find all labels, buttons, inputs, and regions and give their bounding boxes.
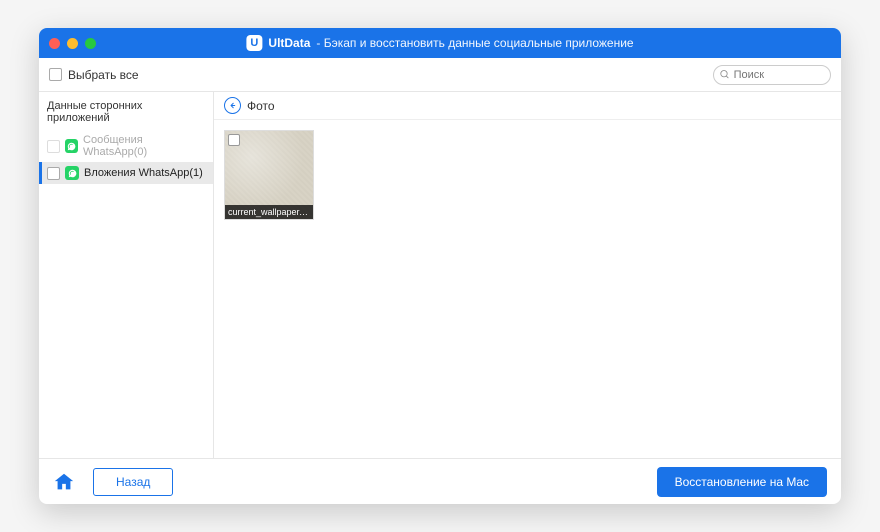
minimize-window-button[interactable] [67,38,78,49]
restore-button[interactable]: Восстановление на Mac [657,467,827,497]
top-toolbar: Выбрать все [39,58,841,92]
sidebar-item-label: Сообщения WhatsApp(0) [83,134,205,158]
thumbnail-grid: current_wallpaper.jpg [214,120,841,458]
thumbnail-checkbox[interactable] [228,134,240,146]
titlebar: U UltData - Бэкап и восстановить данные … [39,28,841,58]
app-subtitle: - Бэкап и восстановить данные социальные… [316,36,633,50]
checkbox-icon [47,140,60,153]
app-logo-icon: U [246,35,262,51]
select-all-checkbox[interactable]: Выбрать все [49,68,139,82]
footer-left: Назад [53,468,173,496]
arrow-left-icon [228,101,237,110]
checkbox-icon [47,167,60,180]
back-button[interactable] [224,97,241,114]
sidebar-section-title: Данные сторонних приложений [39,92,213,130]
window-controls [49,38,96,49]
main-area: Данные сторонних приложений Сообщения Wh… [39,92,841,458]
sidebar: Данные сторонних приложений Сообщения Wh… [39,92,214,458]
body: Выбрать все Данные сторонних приложений … [39,58,841,504]
breadcrumb-label: Фото [247,99,275,113]
search-input[interactable] [713,65,831,85]
whatsapp-icon [65,139,78,153]
back-footer-button[interactable]: Назад [93,468,173,496]
search-field[interactable] [734,69,824,81]
footer: Назад Восстановление на Mac [39,458,841,504]
home-icon[interactable] [53,471,75,493]
title-center: U UltData - Бэкап и восстановить данные … [246,35,633,51]
search-icon [720,69,730,80]
app-name: UltData [268,36,310,50]
sidebar-item-whatsapp-messages[interactable]: Сообщения WhatsApp(0) [39,130,213,162]
thumbnail-filename: current_wallpaper.jpg [225,205,313,219]
checkbox-icon [49,68,62,81]
close-window-button[interactable] [49,38,60,49]
thumbnail-item[interactable]: current_wallpaper.jpg [224,130,314,220]
breadcrumb: Фото [214,92,841,120]
select-all-label: Выбрать все [68,68,139,82]
maximize-window-button[interactable] [85,38,96,49]
whatsapp-icon [65,166,79,180]
content-pane: Фото current_wallpaper.jpg [214,92,841,458]
app-window: U UltData - Бэкап и восстановить данные … [39,28,841,504]
sidebar-item-whatsapp-attachments[interactable]: Вложения WhatsApp(1) [39,162,213,184]
sidebar-item-label: Вложения WhatsApp(1) [84,167,203,179]
